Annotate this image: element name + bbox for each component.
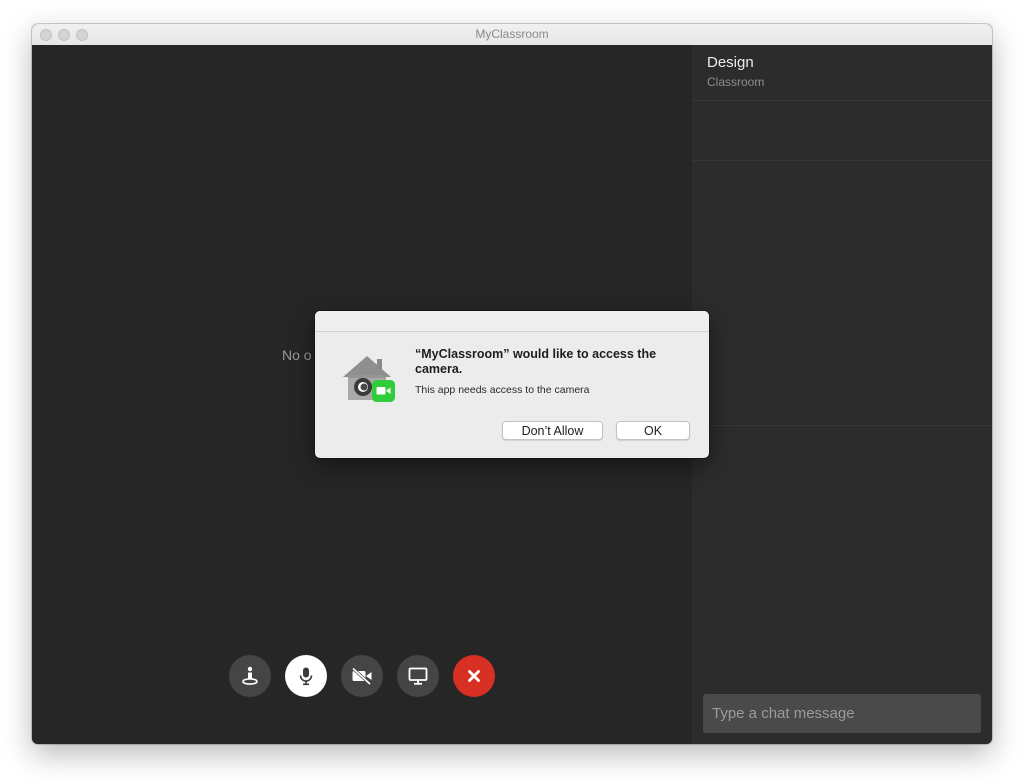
raise-hand-button[interactable] [229,655,271,697]
stage-status-text: No o [282,347,312,363]
raise-hand-icon [242,666,258,685]
classroom-header: Design Classroom [692,45,992,101]
end-call-button[interactable] [453,655,495,697]
camera-off-icon [351,667,372,686]
dont-allow-button[interactable]: Don’t Allow [502,421,603,440]
dialog-heading: “MyClassroom” would like to access the c… [415,347,657,376]
camera-toggle-button[interactable] [341,655,383,697]
chat-messages-panel [692,161,992,426]
call-controls [229,655,495,697]
dialog-message: This app needs access to the camera [415,384,590,396]
screen-share-icon [408,667,428,685]
chat-sidebar: Design Classroom [692,45,992,744]
screen-share-button[interactable] [397,655,439,697]
dialog-top-strip [315,311,709,332]
title-bar: MyClassroom [32,24,992,46]
classroom-title: Design [707,54,754,71]
close-icon [468,670,480,682]
ok-button[interactable]: OK [616,421,690,440]
camera-permission-icon [343,356,395,402]
classroom-subtitle: Classroom [707,75,765,89]
microphone-button[interactable] [285,655,327,697]
window-title: MyClassroom [475,27,549,41]
microphone-icon [299,667,313,686]
chat-message-input[interactable] [703,694,981,733]
participants-panel [692,101,992,161]
camera-permission-dialog: “MyClassroom” would like to access the c… [315,311,709,458]
